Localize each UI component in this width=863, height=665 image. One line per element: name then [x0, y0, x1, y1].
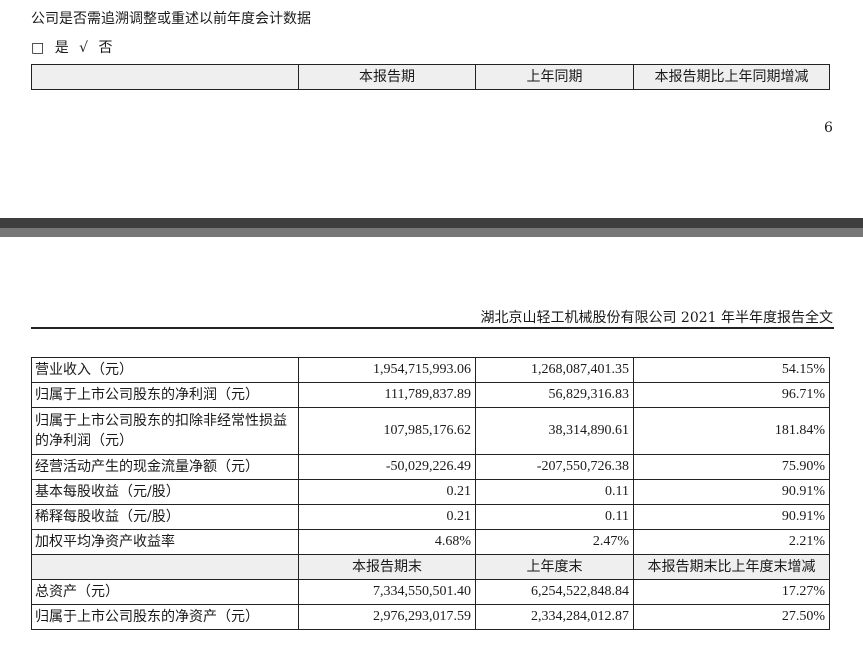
header-cell-blank	[31, 64, 299, 90]
value-prior: 0.11	[475, 479, 634, 505]
running-header-rule	[31, 327, 834, 329]
table-row: 归属于上市公司股东的净资产（元） 2,976,293,017.59 2,334,28…	[31, 604, 830, 630]
value-prior: 2.47%	[475, 529, 634, 555]
value-change: 54.15%	[633, 357, 830, 383]
value-prior: 38,314,890.61	[475, 407, 634, 455]
header-change-2: 本报告期末比上年度末增减	[633, 554, 830, 580]
value-prior: 0.11	[475, 504, 634, 530]
value-current: -50,029,226.49	[298, 454, 476, 480]
value-current: 107,985,176.62	[298, 407, 476, 455]
value-change: 75.90%	[633, 454, 830, 480]
value-prior: 1,268,087,401.35	[475, 357, 634, 383]
page-break-divider	[0, 218, 863, 228]
value-current: 2,976,293,017.59	[298, 604, 476, 630]
table-row: 营业收入（元） 1,954,715,993.06 1,268,087,401.35 5…	[31, 357, 830, 383]
running-header: 湖北京山轻工机械股份有限公司 2021 年半年度报告全文	[480, 310, 833, 326]
value-change: 90.91%	[633, 479, 830, 505]
table-row: 加权平均净资产收益率 4.68% 2.47% 2.21%	[31, 529, 830, 555]
table-row: 经营活动产生的现金流量净额（元） -50,029,226.49 -207,550,7…	[31, 454, 830, 480]
value-current: 111,789,837.89	[298, 382, 476, 408]
page-number: 6	[824, 120, 833, 136]
value-current: 0.21	[298, 479, 476, 505]
financial-data-table: 营业收入（元） 1,954,715,993.06 1,268,087,401.35 5…	[31, 357, 830, 630]
header-prior-period: 上年同期	[475, 64, 634, 90]
table-row: 总资产（元） 7,334,550,501.40 6,254,522,848.84 17…	[31, 579, 830, 605]
value-current: 7,334,550,501.40	[298, 579, 476, 605]
row-label: 归属于上市公司股东的净利润（元）	[31, 382, 299, 408]
value-prior: -207,550,726.38	[475, 454, 634, 480]
header-period-end: 本报告期末	[298, 554, 476, 580]
value-current: 0.21	[298, 504, 476, 530]
value-current: 1,954,715,993.06	[298, 357, 476, 383]
value-change: 27.50%	[633, 604, 830, 630]
table-row: 基本每股收益（元/股） 0.21 0.11 90.91%	[31, 479, 830, 505]
row-label: 营业收入（元）	[31, 357, 299, 383]
value-change: 17.27%	[633, 579, 830, 605]
restatement-options: □ 是 √ 否	[31, 37, 119, 57]
table-header-row-2: 本报告期末 上年度末 本报告期末比上年度末增减	[31, 554, 830, 580]
header-change: 本报告期比上年同期增减	[633, 64, 830, 90]
row-label: 归属于上市公司股东的净资产（元）	[31, 604, 299, 630]
value-change: 181.84%	[633, 407, 830, 455]
table-header-row: 本报告期 上年同期 本报告期比上年同期增减	[31, 64, 830, 90]
option-yes-label: 是	[54, 40, 69, 56]
value-change: 90.91%	[633, 504, 830, 530]
row-label: 稀释每股收益（元/股）	[31, 504, 299, 530]
checkmark-icon: √	[79, 40, 89, 56]
option-no-label: 否	[98, 40, 113, 56]
value-change: 96.71%	[633, 382, 830, 408]
row-label: 总资产（元）	[31, 579, 299, 605]
value-prior: 2,334,284,012.87	[475, 604, 634, 630]
value-change: 2.21%	[633, 529, 830, 555]
row-label: 基本每股收益（元/股）	[31, 479, 299, 505]
restatement-question: 公司是否需追溯调整或重述以前年度会计数据	[31, 11, 311, 27]
value-prior: 6,254,522,848.84	[475, 579, 634, 605]
table-row: 稀释每股收益（元/股） 0.21 0.11 90.91%	[31, 504, 830, 530]
header-current-period: 本报告期	[298, 64, 476, 90]
row-label: 归属于上市公司股东的扣除非经常性损益的净利润（元）	[31, 407, 299, 455]
page-break-divider-shadow	[0, 228, 863, 237]
header-cell-blank-2	[31, 554, 299, 580]
table-row: 归属于上市公司股东的净利润（元） 111,789,837.89 56,829,316…	[31, 382, 830, 408]
table-row: 归属于上市公司股东的扣除非经常性损益的净利润（元） 107,985,176.62 3…	[31, 407, 830, 455]
checkbox-empty-icon: □	[31, 40, 45, 56]
header-prior-year-end: 上年度末	[475, 554, 634, 580]
value-prior: 56,829,316.83	[475, 382, 634, 408]
row-label: 加权平均净资产收益率	[31, 529, 299, 555]
row-label: 经营活动产生的现金流量净额（元）	[31, 454, 299, 480]
page-top-table-header: 本报告期 上年同期 本报告期比上年同期增减	[31, 64, 830, 90]
value-current: 4.68%	[298, 529, 476, 555]
